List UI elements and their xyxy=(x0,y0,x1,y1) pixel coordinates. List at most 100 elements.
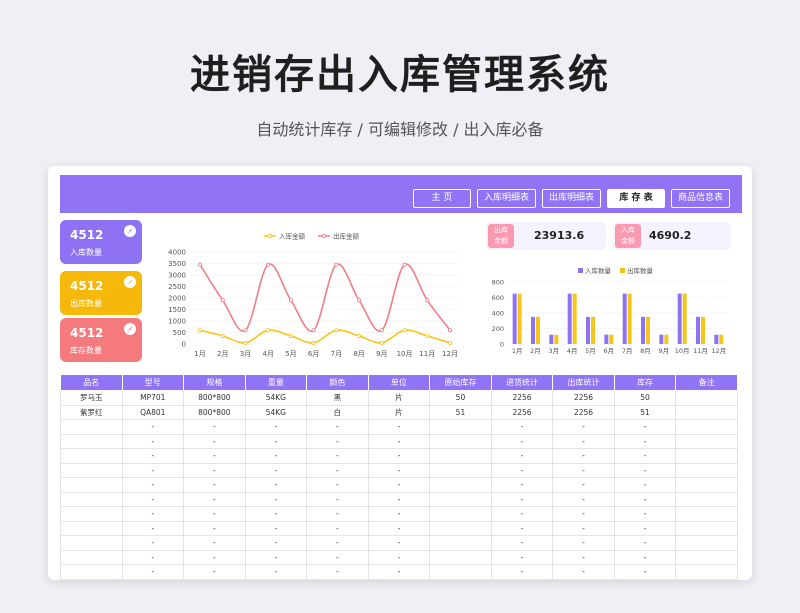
nav-stock-button[interactable]: 库 存 表 xyxy=(606,189,665,208)
table-cell[interactable]: - xyxy=(613,433,677,449)
table-cell[interactable]: 51 xyxy=(613,404,677,420)
table-cell[interactable] xyxy=(60,549,123,565)
table-cell[interactable]: - xyxy=(367,491,431,507)
column-header[interactable]: 备注 xyxy=(675,374,738,391)
table-cell[interactable]: - xyxy=(183,520,246,536)
table-cell[interactable]: 50 xyxy=(613,390,677,406)
table-cell[interactable] xyxy=(60,520,123,536)
table-cell[interactable]: 800*800 xyxy=(183,390,246,406)
table-cell[interactable]: - xyxy=(613,462,677,478)
table-cell[interactable]: - xyxy=(183,477,246,493)
table-cell[interactable]: - xyxy=(183,448,246,464)
nav-outbound-button[interactable]: 出库明细表 xyxy=(541,189,601,208)
table-cell[interactable]: 50 xyxy=(429,390,492,406)
table-cell[interactable]: 2256 xyxy=(552,390,615,406)
table-cell[interactable]: - xyxy=(306,564,369,580)
table-cell[interactable]: - xyxy=(490,520,554,536)
table-cell[interactable] xyxy=(429,477,492,493)
table-cell[interactable]: - xyxy=(552,506,615,522)
table-cell[interactable]: - xyxy=(121,477,185,493)
table-cell[interactable] xyxy=(429,419,492,435)
table-cell[interactable]: - xyxy=(490,462,554,478)
column-header[interactable]: 进货统计 xyxy=(490,374,554,391)
table-cell[interactable]: - xyxy=(552,491,615,507)
table-cell[interactable] xyxy=(60,477,123,493)
table-cell[interactable]: 片 xyxy=(367,404,431,420)
table-cell[interactable]: MP701 xyxy=(121,390,185,406)
table-cell[interactable]: - xyxy=(367,506,431,522)
table-cell[interactable]: - xyxy=(121,448,185,464)
column-header[interactable]: 规格 xyxy=(183,374,246,391)
table-cell[interactable]: 800*800 xyxy=(183,404,246,420)
table-cell[interactable]: - xyxy=(490,477,554,493)
column-header[interactable]: 型号 xyxy=(121,374,185,391)
table-cell[interactable]: - xyxy=(306,448,369,464)
table-cell[interactable] xyxy=(675,520,738,536)
table-cell[interactable] xyxy=(429,491,492,507)
table-cell[interactable]: - xyxy=(490,564,554,580)
table-cell[interactable]: - xyxy=(244,535,308,551)
table-cell[interactable]: - xyxy=(183,419,246,435)
table-cell[interactable] xyxy=(60,462,123,478)
table-cell[interactable]: - xyxy=(121,520,185,536)
table-cell[interactable]: 紫罗红 xyxy=(60,404,123,420)
table-cell[interactable]: - xyxy=(244,477,308,493)
table-cell[interactable]: - xyxy=(121,419,185,435)
column-header[interactable]: 颜色 xyxy=(306,374,369,391)
table-cell[interactable]: - xyxy=(244,419,308,435)
table-cell[interactable]: - xyxy=(306,477,369,493)
table-cell[interactable] xyxy=(675,433,738,449)
table-cell[interactable]: 白 xyxy=(306,404,369,420)
table-cell[interactable]: - xyxy=(306,462,369,478)
table-cell[interactable]: - xyxy=(367,549,431,565)
table-cell[interactable]: - xyxy=(367,520,431,536)
table-cell[interactable]: - xyxy=(306,520,369,536)
table-cell[interactable]: - xyxy=(552,520,615,536)
table-cell[interactable]: - xyxy=(121,549,185,565)
table-cell[interactable]: - xyxy=(367,448,431,464)
table-cell[interactable] xyxy=(429,564,492,580)
table-cell[interactable]: - xyxy=(306,506,369,522)
table-cell[interactable]: - xyxy=(306,535,369,551)
table-cell[interactable]: - xyxy=(490,433,554,449)
table-cell[interactable]: - xyxy=(244,520,308,536)
table-cell[interactable]: - xyxy=(552,564,615,580)
table-cell[interactable]: - xyxy=(121,491,185,507)
table-cell[interactable] xyxy=(429,433,492,449)
table-cell[interactable] xyxy=(429,520,492,536)
table-cell[interactable]: - xyxy=(244,549,308,565)
table-cell[interactable] xyxy=(429,462,492,478)
nav-inbound-button[interactable]: 入库明细表 xyxy=(476,189,536,208)
table-cell[interactable]: - xyxy=(121,535,185,551)
column-header[interactable]: 品名 xyxy=(60,374,123,391)
table-cell[interactable]: - xyxy=(490,535,554,551)
table-cell[interactable] xyxy=(675,535,738,551)
table-cell[interactable]: - xyxy=(183,506,246,522)
table-cell[interactable] xyxy=(675,419,738,435)
table-cell[interactable]: - xyxy=(244,448,308,464)
table-cell[interactable] xyxy=(60,564,123,580)
table-cell[interactable] xyxy=(675,390,738,406)
table-cell[interactable]: - xyxy=(613,535,677,551)
table-cell[interactable]: - xyxy=(306,549,369,565)
table-cell[interactable] xyxy=(60,491,123,507)
table-cell[interactable] xyxy=(675,448,738,464)
table-cell[interactable]: 2256 xyxy=(490,390,554,406)
table-cell[interactable]: 片 xyxy=(367,390,431,406)
table-cell[interactable]: - xyxy=(244,433,308,449)
table-cell[interactable]: - xyxy=(613,491,677,507)
table-cell[interactable] xyxy=(675,564,738,580)
table-cell[interactable]: - xyxy=(244,462,308,478)
nav-home-button[interactable]: 主 页 xyxy=(412,189,471,208)
table-cell[interactable]: - xyxy=(183,433,246,449)
table-cell[interactable] xyxy=(429,535,492,551)
table-cell[interactable] xyxy=(429,448,492,464)
table-cell[interactable]: - xyxy=(613,549,677,565)
table-cell[interactable]: - xyxy=(367,462,431,478)
column-header[interactable]: 单位 xyxy=(367,374,431,391)
table-cell[interactable] xyxy=(60,506,123,522)
table-cell[interactable]: - xyxy=(183,535,246,551)
table-cell[interactable]: QA801 xyxy=(121,404,185,420)
nav-product-button[interactable]: 商品信息表 xyxy=(670,189,730,208)
table-cell[interactable]: 54KG xyxy=(244,390,308,406)
